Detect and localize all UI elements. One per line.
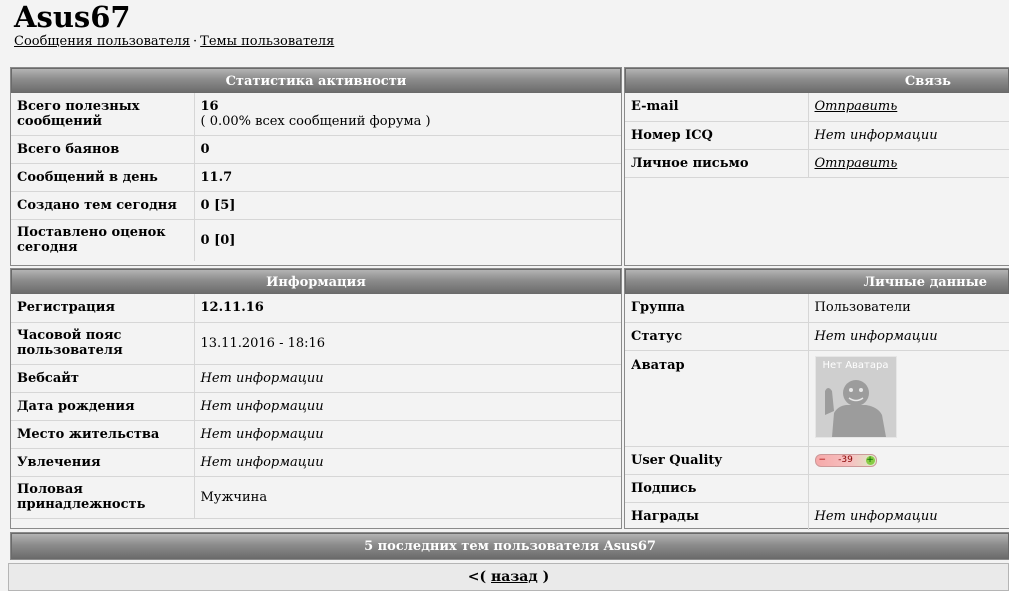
row-value: Пользователи xyxy=(808,294,1009,323)
row-label: Вебсайт xyxy=(11,364,195,393)
row-value: Нет информации xyxy=(808,121,1009,150)
contact-panel: Связь E-mail Отправить Номер ICQ Нет инф… xyxy=(624,67,1009,266)
row-label: Номер ICQ xyxy=(625,121,809,150)
row-value: 0 xyxy=(194,135,621,164)
row-label: Сообщений в день xyxy=(11,163,195,192)
row-label: User Quality xyxy=(625,446,809,475)
table-row: Половая принадлежность Мужчина xyxy=(11,476,621,519)
table-row: E-mail Отправить xyxy=(625,93,1009,122)
table-row: User Quality − -39 + xyxy=(625,446,1009,475)
nav-separator: · xyxy=(193,34,198,49)
row-value: Мужчина xyxy=(194,476,621,519)
row-label: Подпись xyxy=(625,474,809,503)
table-row: Регистрация 12.11.16 xyxy=(11,294,621,323)
useful-messages-value: 16 xyxy=(200,98,219,114)
table-row: Всего полезных сообщений 16( 0.00% всех … xyxy=(11,93,621,136)
info-table: Регистрация 12.11.16 Часовой пояс пользо… xyxy=(11,294,621,519)
info-title: Информация xyxy=(11,269,621,294)
info-panel: Информация Регистрация 12.11.16 Часовой … xyxy=(10,268,622,529)
user-quality-meter: − -39 + xyxy=(814,453,877,467)
table-row: Вебсайт Нет информации xyxy=(11,364,621,393)
personal-title: Личные данные xyxy=(625,269,1009,294)
row-value: Нет информации xyxy=(194,364,621,393)
back-bar: <( назад ) xyxy=(8,563,1009,591)
row-value: − -39 + xyxy=(808,446,1009,475)
activity-panel: Статистика активности Всего полезных соо… xyxy=(10,67,622,266)
row-value: 0 [5] xyxy=(194,191,621,220)
avatar-silhouette-icon xyxy=(824,379,886,437)
row-label: Поставлено оценок сегодня xyxy=(11,219,195,261)
row-value: Нет информации xyxy=(814,508,938,524)
table-row: Поставлено оценок сегодня 0 [0] xyxy=(11,219,621,261)
user-topics-link[interactable]: Темы пользователя xyxy=(200,34,334,49)
table-row: Подпись xyxy=(625,474,1009,503)
row-value: Нет информации xyxy=(194,420,621,449)
row-label: Дата рождения xyxy=(11,392,195,421)
row-label: Аватар xyxy=(625,350,809,447)
row-value: Нет информации xyxy=(194,392,621,421)
back-suffix: ) xyxy=(542,569,550,585)
table-row: Номер ICQ Нет информации xyxy=(625,121,1009,150)
row-value: 12.11.16 xyxy=(194,294,621,323)
table-row: Часовой пояс пользователя 13.11.2016 - 1… xyxy=(11,322,621,365)
row-label: Половая принадлежность xyxy=(11,476,195,519)
table-row: Аватар Нет Аватара xyxy=(625,350,1009,447)
row-value: 13.11.2016 - 18:16 xyxy=(194,322,621,365)
row-label: Всего полезных сообщений xyxy=(11,93,195,136)
row-value: 11.7 xyxy=(194,163,621,192)
table-row: Статус Нет информации xyxy=(625,322,1009,351)
personal-panel: Личные данные Группа Пользователи Статус… xyxy=(624,268,1009,530)
private-message-link[interactable]: Отправить xyxy=(815,156,898,171)
table-row: Дата рождения Нет информации xyxy=(11,392,621,421)
avatar: Нет Аватара xyxy=(814,355,897,438)
useful-messages-note: ( 0.00% всех сообщений форума ) xyxy=(200,113,431,129)
back-prefix: <( xyxy=(467,569,487,585)
row-label: Регистрация xyxy=(11,294,195,323)
page-title: Asus67 xyxy=(14,0,131,34)
user-messages-link[interactable]: Сообщения пользователя xyxy=(14,34,190,49)
contact-table: E-mail Отправить Номер ICQ Нет информаци… xyxy=(625,93,1009,178)
activity-title: Статистика активности xyxy=(11,68,621,93)
table-row: Создано тем сегодня 0 [5] xyxy=(11,191,621,220)
recent-topics-title: 5 последних тем пользователя Asus67 xyxy=(11,533,1009,559)
row-label: Часовой пояс пользователя xyxy=(11,322,195,365)
row-label: Место жительства xyxy=(11,420,195,449)
row-label: Создано тем сегодня xyxy=(11,191,195,220)
recent-topics-panel: 5 последних тем пользователя Asus67 xyxy=(10,532,1009,560)
row-label: Личное письмо xyxy=(625,149,809,178)
row-value: Нет информации xyxy=(808,322,1009,351)
row-value xyxy=(808,474,1009,503)
row-value: 0 [0] xyxy=(200,232,236,248)
table-row: Место жительства Нет информации xyxy=(11,420,621,449)
back-link[interactable]: назад xyxy=(491,569,538,585)
table-row: Группа Пользователи xyxy=(625,294,1009,323)
table-row: Увлечения Нет информации xyxy=(11,448,621,477)
row-value: Нет Аватара xyxy=(808,350,1009,447)
personal-table: Группа Пользователи Статус Нет информаци… xyxy=(625,294,1009,530)
row-label: Статус xyxy=(625,322,809,351)
row-label: Награды xyxy=(625,502,809,530)
page-header: Asus67 Сообщения пользователя · Темы польз… xyxy=(14,0,334,49)
row-label: Увлечения xyxy=(11,448,195,477)
row-label: E-mail xyxy=(625,93,809,122)
table-row: Награды Нет информации xyxy=(625,502,1009,530)
row-label: Всего баянов xyxy=(11,135,195,164)
contact-title: Связь xyxy=(625,68,1009,93)
user-nav: Сообщения пользователя · Темы пользователя xyxy=(14,34,334,49)
email-send-link[interactable]: Отправить xyxy=(815,99,898,114)
table-row: Всего баянов 0 xyxy=(11,135,621,164)
table-row: Сообщений в день 11.7 xyxy=(11,163,621,192)
activity-table: Всего полезных сообщений 16( 0.00% всех … xyxy=(11,93,621,261)
row-label: Группа xyxy=(625,294,809,323)
row-value: Нет информации xyxy=(194,448,621,477)
row-value: Отправить xyxy=(808,93,1009,122)
row-value: Отправить xyxy=(808,149,1009,178)
plus-icon[interactable]: + xyxy=(865,455,875,465)
table-row: Личное письмо Отправить xyxy=(625,149,1009,178)
row-value: 16( 0.00% всех сообщений форума ) xyxy=(194,93,621,136)
